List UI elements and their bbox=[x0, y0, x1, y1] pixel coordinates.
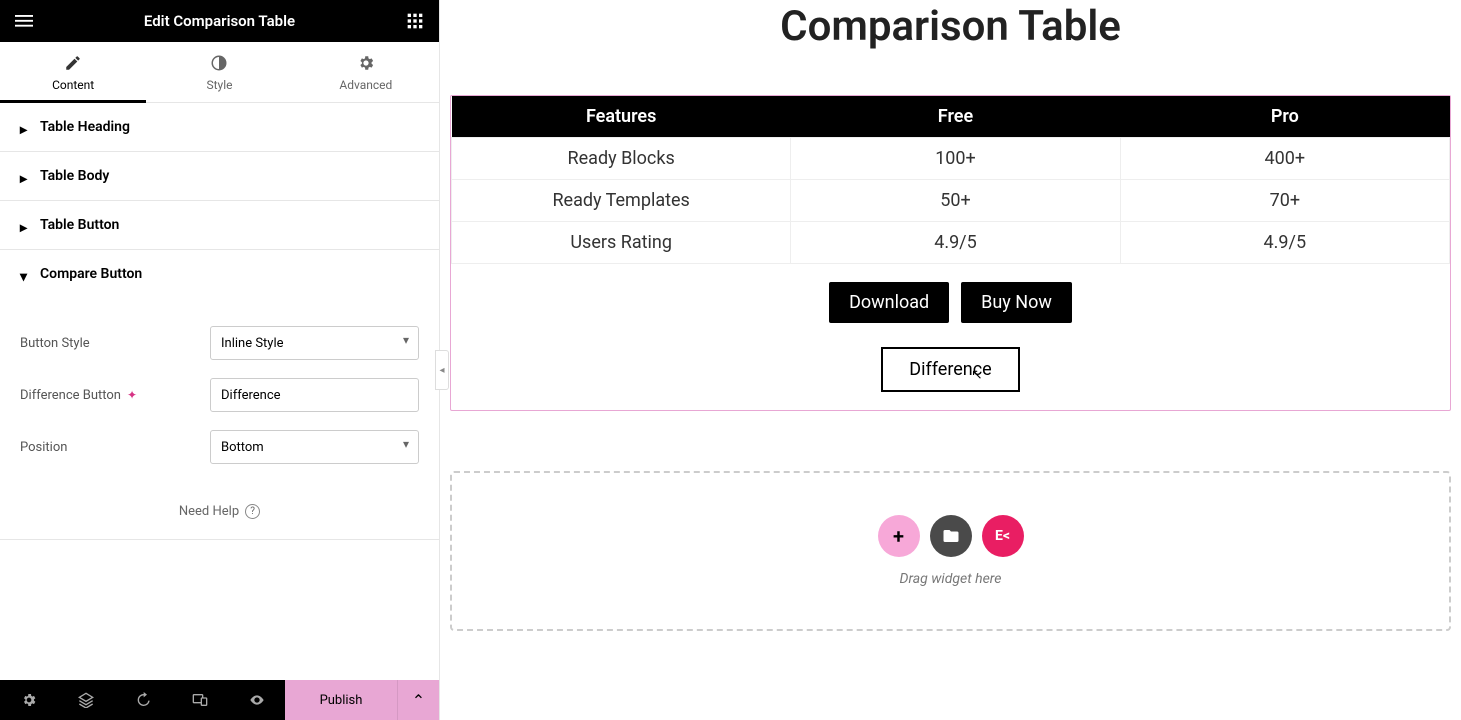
help-icon: ? bbox=[245, 504, 260, 519]
compare-button-body: Button Style Inline Style Difference But… bbox=[0, 298, 439, 539]
chevron-right-icon: ▸ bbox=[20, 171, 30, 181]
cell: 4.9/5 bbox=[1120, 221, 1449, 263]
need-help-link[interactable]: Need Help ? bbox=[20, 504, 419, 519]
folder-icon bbox=[942, 527, 960, 545]
add-section-button[interactable]: + bbox=[878, 515, 920, 557]
section-compare-button-label: Compare Button bbox=[40, 266, 142, 282]
plus-icon: + bbox=[893, 524, 904, 548]
section-compare-button[interactable]: ▾ Compare Button bbox=[0, 250, 439, 298]
col-pro: Pro bbox=[1120, 96, 1449, 138]
gear-icon bbox=[21, 692, 37, 708]
preview-button[interactable] bbox=[228, 680, 285, 720]
position-label: Position bbox=[20, 440, 210, 455]
section-table-body[interactable]: ▸ Table Body bbox=[0, 152, 439, 200]
section-table-heading-label: Table Heading bbox=[40, 119, 130, 135]
sections-list: ▸ Table Heading ▸ Table Body ▸ Table But… bbox=[0, 103, 439, 680]
collapse-sidebar-button[interactable]: ◂ bbox=[435, 350, 449, 390]
editor-sidebar: Edit Comparison Table Content Style Ad bbox=[0, 0, 440, 720]
col-features: Features bbox=[452, 96, 791, 138]
table-row: Users Rating 4.9/5 4.9/5 bbox=[452, 221, 1450, 263]
button-style-select[interactable]: Inline Style bbox=[210, 326, 419, 360]
page-title: Comparison Table bbox=[450, 0, 1451, 55]
cell: Ready Templates bbox=[452, 179, 791, 221]
cell: 50+ bbox=[791, 179, 1120, 221]
cell: 100+ bbox=[791, 137, 1120, 179]
sidebar-header: Edit Comparison Table bbox=[0, 0, 439, 42]
dynamic-icon[interactable]: ✦ bbox=[127, 388, 137, 402]
layers-icon bbox=[78, 692, 94, 708]
table-row: Ready Blocks 100+ 400+ bbox=[452, 137, 1450, 179]
comparison-table-widget[interactable]: Features Free Pro Ready Blocks 100+ 400+… bbox=[450, 95, 1451, 411]
section-table-button[interactable]: ▸ Table Button bbox=[0, 201, 439, 249]
chevron-up-icon: ⌃ bbox=[412, 691, 425, 710]
dropzone-hint: Drag widget here bbox=[900, 571, 1002, 587]
tab-style-label: Style bbox=[206, 78, 232, 92]
template-library-button[interactable] bbox=[930, 515, 972, 557]
cell: Ready Blocks bbox=[452, 137, 791, 179]
pencil-icon bbox=[64, 54, 82, 72]
chevron-right-icon: ▸ bbox=[20, 122, 30, 132]
comparison-table: Features Free Pro Ready Blocks 100+ 400+… bbox=[451, 96, 1450, 264]
settings-button[interactable] bbox=[0, 680, 57, 720]
table-buttons-row: Download Buy Now bbox=[451, 264, 1450, 333]
difference-button[interactable]: Difference bbox=[881, 347, 1019, 392]
history-icon bbox=[135, 692, 151, 708]
table-row: Ready Templates 50+ 70+ bbox=[452, 179, 1450, 221]
difference-button-input[interactable] bbox=[210, 378, 419, 412]
sidebar-footer: Publish ⌃ bbox=[0, 680, 439, 720]
cell: 70+ bbox=[1120, 179, 1449, 221]
kit-icon: E< bbox=[995, 528, 1010, 544]
button-style-label: Button Style bbox=[20, 336, 210, 351]
tab-content[interactable]: Content bbox=[0, 42, 146, 102]
sidebar-title: Edit Comparison Table bbox=[34, 12, 405, 30]
section-table-body-label: Table Body bbox=[40, 168, 109, 184]
cell: 400+ bbox=[1120, 137, 1449, 179]
cell: 4.9/5 bbox=[791, 221, 1120, 263]
chevron-right-icon: ▸ bbox=[20, 220, 30, 230]
cursor-icon: ↖ bbox=[971, 367, 983, 383]
position-select[interactable]: Bottom bbox=[210, 430, 419, 464]
menu-icon[interactable] bbox=[14, 11, 34, 31]
editor-tabs: Content Style Advanced bbox=[0, 42, 439, 103]
devices-icon bbox=[192, 692, 208, 708]
difference-button-label: Difference Button bbox=[20, 388, 121, 403]
tab-content-label: Content bbox=[52, 78, 94, 92]
widget-dropzone[interactable]: + E< Drag widget here bbox=[450, 471, 1451, 631]
history-button[interactable] bbox=[114, 680, 171, 720]
buy-now-button[interactable]: Buy Now bbox=[961, 282, 1072, 323]
eye-icon bbox=[249, 692, 265, 708]
preview-canvas: Comparison Table Features Free Pro Ready… bbox=[440, 0, 1461, 720]
responsive-button[interactable] bbox=[171, 680, 228, 720]
contrast-icon bbox=[210, 54, 228, 72]
section-table-button-label: Table Button bbox=[40, 217, 119, 233]
gear-icon bbox=[357, 54, 375, 72]
tab-advanced[interactable]: Advanced bbox=[293, 42, 439, 102]
navigator-button[interactable] bbox=[57, 680, 114, 720]
chevron-down-icon: ▾ bbox=[20, 269, 30, 279]
col-free: Free bbox=[791, 96, 1120, 138]
chevron-left-icon: ◂ bbox=[439, 365, 444, 376]
cell: Users Rating bbox=[452, 221, 791, 263]
need-help-label: Need Help bbox=[179, 504, 239, 519]
publish-button[interactable]: Publish bbox=[285, 680, 397, 720]
publish-options-button[interactable]: ⌃ bbox=[397, 680, 439, 720]
section-table-heading[interactable]: ▸ Table Heading bbox=[0, 103, 439, 151]
download-button[interactable]: Download bbox=[829, 282, 949, 323]
tab-style[interactable]: Style bbox=[146, 42, 292, 102]
tab-advanced-label: Advanced bbox=[339, 78, 392, 92]
elements-kit-button[interactable]: E< bbox=[982, 515, 1024, 557]
apps-icon[interactable] bbox=[405, 11, 425, 31]
publish-label: Publish bbox=[320, 693, 363, 708]
